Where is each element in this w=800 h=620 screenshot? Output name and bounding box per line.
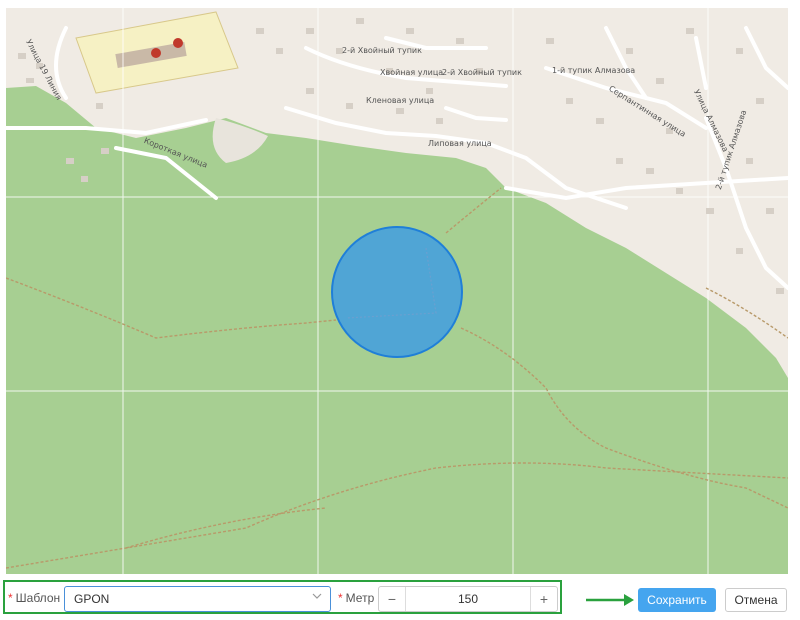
template-select-value: GPON (74, 592, 110, 606)
cancel-button[interactable]: Отмена (725, 588, 787, 612)
arrow-right-icon (586, 594, 634, 606)
decrement-button[interactable]: − (379, 587, 406, 611)
map[interactable]: Улица 19 Линия Короткая улица 2-й Хвойны… (6, 8, 788, 574)
street-label: 2-й Хвойный тупик (442, 68, 522, 77)
street-label: 2-й Хвойный тупик (342, 46, 422, 55)
street-label: Хвойная улица (380, 68, 444, 77)
street-label: 1-й тупик Алмазова (552, 66, 636, 75)
coverage-circle (331, 226, 463, 358)
increment-button[interactable]: + (530, 587, 557, 611)
map-canvas[interactable] (6, 8, 788, 574)
chevron-down-icon (312, 593, 322, 599)
meter-input[interactable]: 150 (405, 587, 531, 611)
meter-stepper[interactable]: − 150 + (378, 586, 558, 612)
meter-label: * Метр (338, 591, 375, 605)
bottom-toolbar: * Шаблон GPON * Метр − 150 + Сохранить Отм… (0, 576, 800, 620)
template-label: * Шаблон (8, 591, 61, 605)
street-label: Липовая улица (428, 139, 492, 148)
template-select[interactable]: GPON (64, 586, 331, 612)
street-label: Кленовая улица (366, 96, 435, 105)
save-button[interactable]: Сохранить (638, 588, 716, 612)
